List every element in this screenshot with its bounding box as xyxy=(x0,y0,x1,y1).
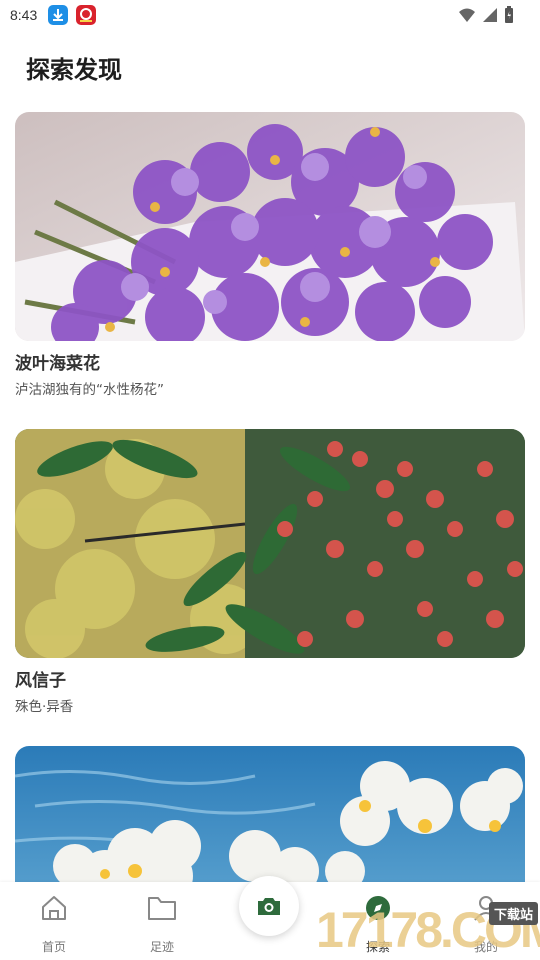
explore-icon xyxy=(338,892,418,924)
user-icon xyxy=(446,892,526,924)
white-water-flowers-photo[interactable] xyxy=(15,746,525,882)
card-title: 波叶海菜花 xyxy=(15,354,100,374)
card-subtitle: 泸沽湖独有的“水性杨花” xyxy=(15,382,164,398)
camera-icon xyxy=(258,898,280,915)
nav-item-home[interactable]: 首页 xyxy=(14,892,94,955)
nav-label: 探索 xyxy=(365,940,390,954)
store-app-icon xyxy=(76,5,96,25)
nav-label: 首页 xyxy=(41,940,66,954)
nav-item-mine[interactable]: 我的 xyxy=(446,892,526,955)
card-subtitle: 殊色·异香 xyxy=(15,699,74,715)
purple-freesia-flowers-photo[interactable] xyxy=(15,112,525,341)
folder-icon xyxy=(122,892,202,924)
nav-label: 我的 xyxy=(473,940,498,954)
card-title: 风信子 xyxy=(15,671,66,691)
bottom-nav: 首页 足迹 探索 我的 xyxy=(0,876,540,960)
camera-button[interactable] xyxy=(239,876,299,936)
status-icons xyxy=(458,6,514,24)
nav-label: 足迹 xyxy=(149,940,174,954)
wifi-icon xyxy=(459,8,475,22)
nav-item-explore[interactable]: 探索 xyxy=(338,892,418,955)
discovery-card[interactable]: 风信子 殊色·异香 xyxy=(15,429,525,716)
signal-icon xyxy=(483,8,497,22)
status-time: 8:43 xyxy=(10,7,38,23)
home-icon xyxy=(14,892,94,924)
discovery-feed[interactable]: 波叶海菜花 泸沽湖独有的“水性杨花” 风信子 殊色·异香 xyxy=(0,112,540,882)
page-title: 探索发现 xyxy=(26,56,122,84)
red-berries-and-green-leaves-photo[interactable] xyxy=(15,429,525,658)
discovery-card[interactable]: 波叶海菜花 泸沽湖独有的“水性杨花” xyxy=(15,112,525,399)
status-bar: 8:43 xyxy=(0,0,540,32)
nav-item-footprint[interactable]: 足迹 xyxy=(122,892,202,955)
download-app-icon xyxy=(48,5,68,25)
discovery-card[interactable] xyxy=(15,746,525,882)
battery-icon xyxy=(505,6,513,23)
